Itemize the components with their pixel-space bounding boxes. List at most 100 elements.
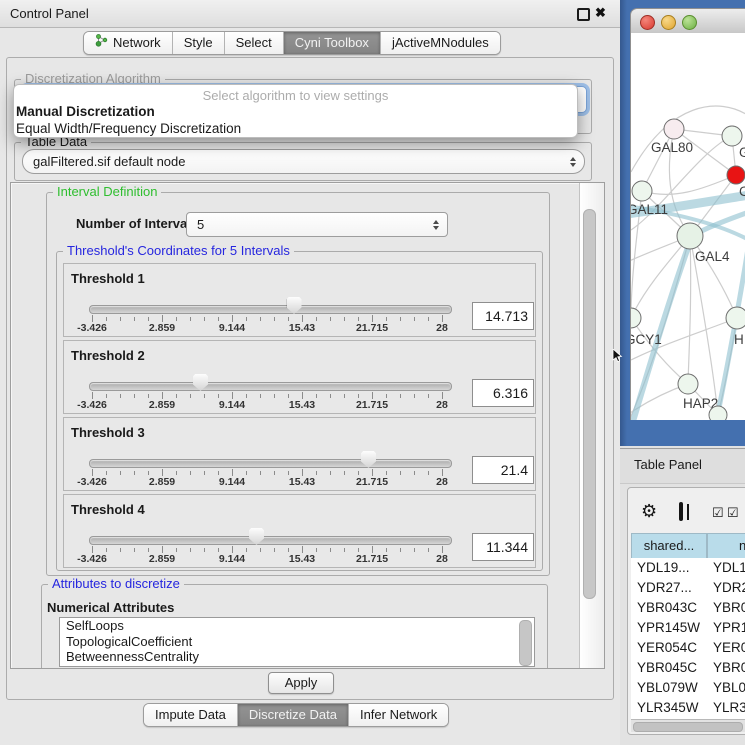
network-edge-thick bbox=[631, 239, 691, 420]
cell-name[interactable]: YDL1 bbox=[713, 558, 745, 578]
threshold-slider[interactable]: -3.4262.8599.14415.4321.71528 bbox=[87, 418, 452, 490]
network-node-gcy1[interactable] bbox=[631, 308, 641, 328]
bottom-tab-impute-data[interactable]: Impute Data bbox=[144, 704, 238, 726]
slider-tick bbox=[176, 471, 177, 475]
settings-vertical-scrollbar[interactable] bbox=[579, 183, 604, 668]
cell-name[interactable]: YBL0 bbox=[713, 678, 745, 698]
table-row[interactable]: YLR345WYLR3 bbox=[631, 698, 745, 718]
float-window-icon[interactable] bbox=[577, 8, 590, 21]
h-scrollbar-thumb[interactable] bbox=[633, 722, 743, 732]
table-row[interactable]: YPR145WYPR1 bbox=[631, 618, 745, 638]
network-canvas[interactable]: GAL80GACGAL11GAL4GCY1HHAP2 bbox=[630, 33, 745, 420]
table-row[interactable]: YBL079WYBL0 bbox=[631, 678, 745, 698]
cell-name[interactable]: YBR0 bbox=[713, 598, 745, 618]
threshold-slider[interactable]: -3.4262.8599.14415.4321.71528 bbox=[87, 341, 452, 413]
cell-name[interactable]: YLR3 bbox=[713, 698, 745, 718]
slider-tick bbox=[372, 469, 373, 476]
network-node-gal11[interactable] bbox=[632, 181, 652, 201]
slider-tick bbox=[442, 469, 443, 476]
apply-button[interactable]: Apply bbox=[268, 672, 334, 694]
split-view-icon[interactable] bbox=[679, 502, 683, 521]
threshold-value-field[interactable]: 21.4 bbox=[472, 456, 534, 484]
slider-tick bbox=[134, 471, 135, 475]
close-traffic-light-icon[interactable] bbox=[640, 15, 655, 30]
table-row[interactable]: YBR043CYBR0 bbox=[631, 598, 745, 618]
threshold-value-field[interactable]: 11.344 bbox=[472, 533, 534, 561]
slider-tick-label: 15.43 bbox=[289, 476, 315, 488]
minimize-traffic-light-icon[interactable] bbox=[661, 15, 676, 30]
scrollbar-thumb[interactable] bbox=[583, 209, 596, 599]
table-data-combo[interactable]: galFiltered.sif default node bbox=[22, 149, 585, 174]
slider-tick bbox=[176, 548, 177, 552]
slider-tick bbox=[386, 394, 387, 398]
slider-tick bbox=[274, 471, 275, 475]
checkbox-icon[interactable]: ☑ bbox=[727, 505, 739, 521]
attribute-item-selfloops[interactable]: SelfLoops bbox=[60, 618, 534, 634]
settings-gear-icon[interactable]: ⚙ bbox=[641, 502, 657, 520]
column-header-shared[interactable]: shared... bbox=[631, 533, 707, 560]
slider-tick-label: -3.426 bbox=[77, 322, 107, 334]
tab-style[interactable]: Style bbox=[173, 32, 225, 54]
table-row[interactable]: YDR27...YDR2 bbox=[631, 578, 745, 598]
slider-tick bbox=[120, 471, 121, 475]
slider-track[interactable] bbox=[89, 459, 452, 468]
table-row[interactable]: YDL19...YDL1 bbox=[631, 558, 745, 578]
checkbox-icon[interactable]: ☑ bbox=[712, 505, 724, 521]
slider-track[interactable] bbox=[89, 382, 452, 391]
slider-tick bbox=[106, 394, 107, 398]
algorithm-option-equal-width-frequency-discretization[interactable]: Equal Width/Frequency Discretization bbox=[14, 121, 577, 138]
threshold-value-field[interactable]: 6.316 bbox=[472, 379, 534, 407]
threshold-row-4: Threshold 4-3.4262.8599.14415.4321.71528… bbox=[63, 494, 536, 568]
network-edge bbox=[688, 236, 691, 384]
slider-track[interactable] bbox=[89, 536, 452, 545]
threshold-value-field[interactable]: 14.713 bbox=[472, 302, 534, 330]
slider-tick bbox=[442, 392, 443, 399]
network-node-ga[interactable] bbox=[722, 126, 742, 146]
network-node-gal80[interactable] bbox=[664, 119, 684, 139]
column-header-name[interactable]: n... bbox=[707, 533, 745, 560]
network-node-gal4[interactable] bbox=[677, 223, 703, 249]
node-table[interactable]: YDL19...YDL1YDR27...YDR2YBR043CYBR0YPR14… bbox=[631, 558, 745, 719]
network-node-c[interactable] bbox=[727, 166, 745, 184]
tab-jactivemnodules[interactable]: jActiveMNodules bbox=[381, 32, 500, 54]
slider-tick-label: 28 bbox=[436, 553, 448, 565]
algorithm-option-manual-discretization[interactable]: Manual Discretization bbox=[14, 104, 577, 121]
table-horizontal-scrollbar[interactable] bbox=[631, 719, 745, 732]
slider-tick bbox=[358, 394, 359, 398]
table-row[interactable]: YBR045CYBR0 bbox=[631, 658, 745, 678]
tab-network[interactable]: Network bbox=[84, 32, 173, 54]
slider-tick bbox=[106, 317, 107, 321]
tab-select[interactable]: Select bbox=[225, 32, 284, 54]
threshold-slider[interactable]: -3.4262.8599.14415.4321.71528 bbox=[87, 264, 452, 336]
cell-name[interactable]: YER0 bbox=[713, 638, 745, 658]
threshold-slider[interactable]: -3.4262.8599.14415.4321.71528 bbox=[87, 495, 452, 567]
slider-tick bbox=[400, 471, 401, 475]
cell-name[interactable]: YDR2 bbox=[713, 578, 745, 598]
attribute-item-topologicalcoefficient[interactable]: TopologicalCoefficient bbox=[60, 634, 534, 650]
slider-tick bbox=[218, 471, 219, 475]
zoom-traffic-light-icon[interactable] bbox=[682, 15, 697, 30]
close-icon[interactable]: ✖ bbox=[595, 5, 606, 21]
num-intervals-combo[interactable]: 5 bbox=[186, 212, 448, 237]
numerical-attributes-list[interactable]: SelfLoopsTopologicalCoefficientBetweenne… bbox=[59, 617, 535, 667]
bottom-tab-infer-network[interactable]: Infer Network bbox=[349, 704, 448, 726]
algorithm-hint-option[interactable]: Select algorithm to view settings bbox=[14, 88, 577, 104]
attribute-item-betweennesscentrality[interactable]: BetweennessCentrality bbox=[60, 649, 534, 665]
attributes-scrollbar[interactable] bbox=[519, 620, 532, 666]
threshold-row-2: Threshold 2-3.4262.8599.14415.4321.71528… bbox=[63, 340, 536, 414]
cell-name[interactable]: YPR1 bbox=[713, 618, 745, 638]
cell-name[interactable]: YBR0 bbox=[713, 658, 745, 678]
slider-tick bbox=[316, 317, 317, 321]
slider-tick bbox=[302, 315, 303, 322]
network-node[interactable] bbox=[709, 406, 727, 420]
slider-track[interactable] bbox=[89, 305, 452, 314]
slider-tick bbox=[190, 317, 191, 321]
slider-tick bbox=[120, 394, 121, 398]
network-window-titlebar[interactable] bbox=[630, 8, 745, 35]
tab-cyni-toolbox[interactable]: Cyni Toolbox bbox=[284, 32, 381, 54]
slider-tick bbox=[246, 317, 247, 321]
network-node-h[interactable] bbox=[726, 307, 745, 329]
bottom-tab-discretize-data[interactable]: Discretize Data bbox=[238, 704, 349, 726]
table-row[interactable]: YER054CYER0 bbox=[631, 638, 745, 658]
network-node-hap2[interactable] bbox=[678, 374, 698, 394]
